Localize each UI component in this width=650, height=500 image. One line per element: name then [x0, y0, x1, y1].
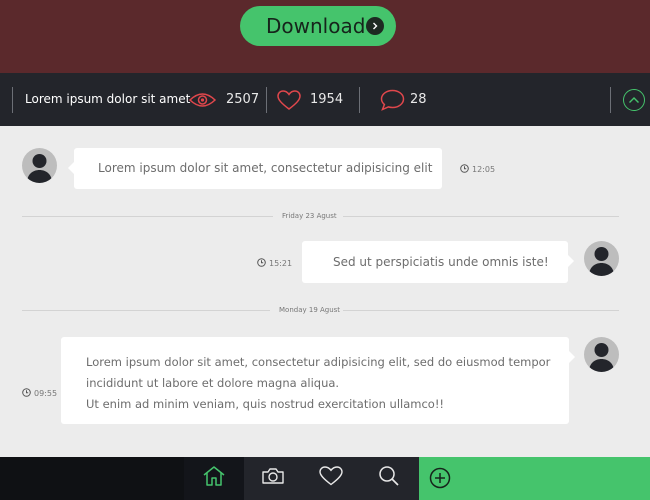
- nav-search[interactable]: [360, 457, 418, 500]
- plus-icon: [429, 467, 451, 494]
- clock-icon: [257, 258, 266, 269]
- heart-icon[interactable]: [277, 90, 301, 116]
- search-icon: [378, 465, 400, 492]
- message-bubble: Lorem ipsum dolor sit amet, consectetur …: [68, 148, 442, 189]
- message-bubble: Sed ut perspiciatis unde omnis iste!: [302, 241, 574, 283]
- eye-icon[interactable]: [188, 92, 217, 113]
- views-count: 2507: [226, 92, 260, 107]
- scroll-up-button[interactable]: [623, 89, 645, 111]
- time-text: 15:21: [269, 259, 293, 268]
- message-text: Lorem ipsum dolor sit amet, consectetur …: [86, 352, 550, 415]
- divider-line: [22, 310, 270, 311]
- message-time: 12:05: [460, 164, 495, 175]
- time-text: 09:55: [34, 389, 58, 398]
- download-label: Download: [266, 14, 366, 38]
- download-button[interactable]: Download: [240, 6, 396, 46]
- message-bubble: Lorem ipsum dolor sit amet, consectetur …: [61, 337, 575, 424]
- divider-line: [343, 310, 619, 311]
- separator: [12, 87, 13, 113]
- date-divider: Friday 23 Agust: [282, 212, 337, 220]
- nav-favorites[interactable]: [302, 457, 360, 500]
- stats-bar: Lorem ipsum dolor sit amet 2507 1954 28: [0, 73, 650, 126]
- camera-icon: [261, 467, 285, 490]
- divider-line: [343, 216, 619, 217]
- nav-add[interactable]: [419, 457, 650, 500]
- nav-spacer: [0, 457, 184, 500]
- message-text: Sed ut perspiciatis unde omnis iste!: [333, 255, 549, 269]
- divider-line: [22, 216, 273, 217]
- separator: [266, 87, 267, 113]
- message-time: 09:55: [22, 388, 57, 399]
- avatar[interactable]: [584, 337, 619, 372]
- home-icon: [202, 465, 226, 492]
- comments-count: 28: [410, 92, 427, 107]
- message-text: Lorem ipsum dolor sit amet, consectetur …: [98, 161, 433, 175]
- message-line: Ut enim ad minim veniam, quis nostrud ex…: [86, 397, 445, 411]
- bottom-nav: [0, 457, 650, 500]
- message-line: Lorem ipsum dolor sit amet, consectetur …: [86, 355, 551, 369]
- likes-count: 1954: [310, 92, 344, 107]
- clock-icon: [460, 164, 469, 175]
- nav-home[interactable]: [184, 457, 244, 500]
- clock-icon: [22, 388, 31, 399]
- time-text: 12:05: [472, 165, 496, 174]
- separator: [610, 87, 611, 113]
- top-banner: Download: [0, 0, 650, 73]
- message-line: incididunt ut labore et dolore magna ali…: [86, 376, 340, 390]
- chevron-right-icon: [366, 17, 384, 35]
- avatar[interactable]: [22, 148, 57, 183]
- separator: [359, 87, 360, 113]
- heart-icon: [319, 466, 343, 491]
- date-divider: Monday 19 Agust: [279, 306, 341, 314]
- nav-camera[interactable]: [244, 457, 302, 500]
- post-title: Lorem ipsum dolor sit amet: [25, 92, 191, 106]
- message-time: 15:21: [257, 258, 292, 269]
- chevron-up-icon: [628, 91, 640, 109]
- comment-icon[interactable]: [380, 89, 405, 116]
- avatar[interactable]: [584, 241, 619, 276]
